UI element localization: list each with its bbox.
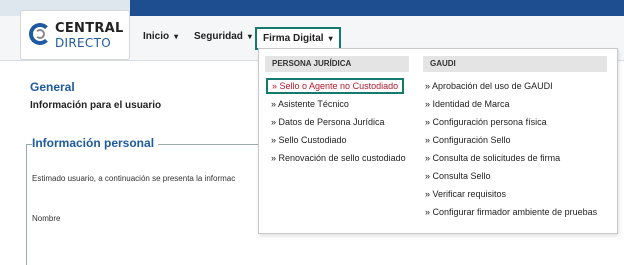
menu-item-identidad-marca[interactable]: » Identidad de Marca [425, 99, 510, 109]
gaudi-header: GAUDI [423, 56, 607, 72]
chevron-down-icon: ▾ [174, 32, 179, 41]
logo-inner-ring-icon [35, 29, 45, 39]
section-legend: Información personal [32, 136, 159, 150]
nav-firma-digital-label: Firma Digital [263, 33, 324, 44]
nav-inicio-label: Inicio [143, 31, 170, 42]
nav-firma-digital[interactable]: Firma Digital ▾ [255, 27, 341, 50]
chevron-down-icon: ▾ [247, 32, 252, 41]
nombre-label: Nombre [32, 214, 61, 223]
menu-item-consulta-sello[interactable]: » Consulta Sello [425, 171, 491, 181]
logo-text-bottom: DIRECTO [55, 36, 111, 50]
central-directo-logo[interactable]: CENTRAL DIRECTO [20, 10, 130, 60]
top-bar-accent [130, 0, 624, 16]
menu-item-consulta-solicitudes[interactable]: » Consulta de solicitudes de firma [425, 153, 560, 163]
menu-item-configurar-firmador[interactable]: » Configurar firmador ambiente de prueba… [425, 207, 597, 217]
logo-text-top: CENTRAL [55, 21, 124, 36]
menu-item-renovacion-sello[interactable]: » Renovación de sello custodiado [271, 153, 406, 163]
page-subtitle: Información para el usuario [30, 100, 162, 111]
persona-juridica-header: PERSONA JURÍDICA [265, 56, 409, 72]
page-title: General [30, 80, 75, 94]
intro-paragraph: Estimado usuario, a continuación se pres… [32, 174, 236, 183]
firma-digital-dropdown: PERSONA JURÍDICA GAUDI » Sello o Agente … [258, 48, 618, 234]
nav-seguridad[interactable]: Seguridad ▾ [194, 31, 252, 42]
chevron-down-icon: ▾ [328, 34, 333, 43]
menu-item-asistente-tecnico[interactable]: » Asistente Técnico [271, 99, 349, 109]
menu-item-config-sello[interactable]: » Configuración Sello [425, 135, 511, 145]
menu-item-config-persona-fisica[interactable]: » Configuración persona física [425, 117, 547, 127]
nav-inicio[interactable]: Inicio ▾ [143, 31, 178, 42]
nav-seguridad-label: Seguridad [194, 31, 243, 42]
menu-item-datos-persona-juridica[interactable]: » Datos de Persona Jurídica [271, 117, 385, 127]
personal-info-fieldset [26, 144, 287, 265]
menu-item-sello-custodiado[interactable]: » Sello Custodiado [271, 135, 347, 145]
menu-item-sello-agente[interactable]: » Sello o Agente no Custodiado [266, 78, 405, 94]
menu-item-aprobacion-gaudi[interactable]: » Aprobación del uso de GAUDI [425, 81, 553, 91]
menu-item-verificar-requisitos[interactable]: » Verificar requisitos [425, 189, 506, 199]
